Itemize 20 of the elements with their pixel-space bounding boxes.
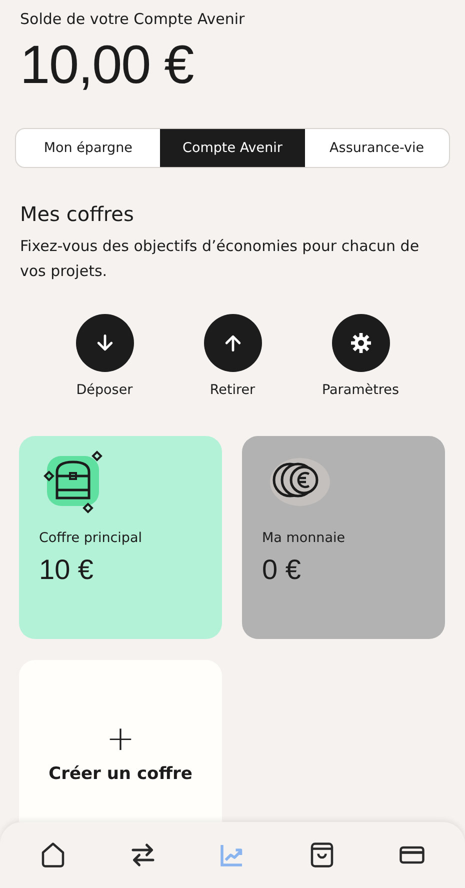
create-vault-label: Créer un coffre [48,764,192,784]
tab[interactable]: Compte Avenir [160,129,305,167]
action-label: Paramètres [322,382,399,398]
vault-card[interactable]: Coffre principal 10 € [19,436,222,639]
tab[interactable]: Mon épargne [16,129,160,167]
vault-amount: 10 € [39,554,94,586]
section-title: Mes coffres [20,202,135,226]
section-description: Fixez-vous des objectifs d’économies pour chacun de vos projets. [20,236,420,282]
balance-amount: 10,00 € [20,34,194,96]
settings-icon [348,331,372,355]
plus-icon: + [106,722,135,756]
vault-amount: 0 € [262,554,302,586]
balance-label: Solde de votre Compte Avenir [20,10,246,28]
vault-name: Coffre principal [39,530,144,546]
action-label: Déposer [76,382,133,398]
vault-name: Ma monnaie [262,530,346,546]
vault-card[interactable]: Ma monnaie 0 € [242,436,445,639]
action-label: Retirer [210,382,256,398]
tab[interactable]: Assurance-vie [304,129,449,167]
create-vault-card[interactable]: + Créer un coffre [19,660,222,822]
